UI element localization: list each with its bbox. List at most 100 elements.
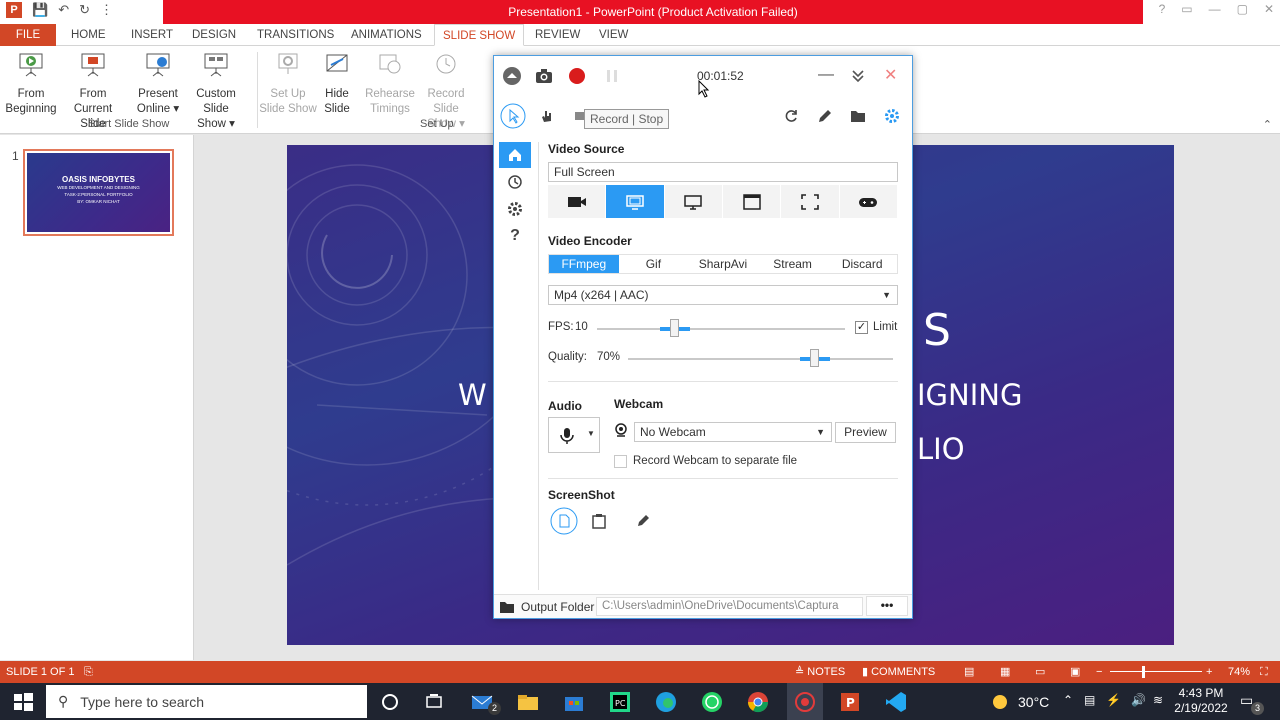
tab-file[interactable]: FILE — [0, 24, 56, 46]
tab-review[interactable]: REVIEW — [527, 24, 588, 46]
collapse-icon[interactable] — [502, 66, 522, 86]
webcam-preview-button[interactable]: Preview — [835, 422, 896, 443]
custom-slide-show-button[interactable]: Custom Slide Show ▾ — [182, 50, 250, 132]
encoder-stream[interactable]: Stream — [758, 255, 828, 273]
chevron-down-icon[interactable] — [850, 68, 866, 84]
quality-slider-thumb[interactable] — [809, 349, 819, 367]
screenshot-disk-icon[interactable] — [550, 507, 578, 535]
tab-view[interactable]: VIEW — [591, 24, 636, 46]
slideshow-view-icon[interactable]: ▣ — [1070, 661, 1080, 683]
tab-home[interactable]: HOME — [63, 24, 114, 46]
settings-gear-icon[interactable] — [884, 108, 900, 124]
separate-file-checkbox[interactable] — [614, 455, 627, 468]
rehearse-timings-button[interactable]: Rehearse Timings — [363, 50, 417, 117]
notes-button[interactable]: ≜ NOTES — [795, 661, 845, 683]
zoom-out-icon[interactable]: − — [1096, 661, 1102, 683]
encoder-gif[interactable]: Gif — [619, 255, 689, 273]
redo-icon[interactable]: ↻ — [79, 2, 90, 18]
weather-icon[interactable] — [988, 689, 1014, 715]
maximize-icon[interactable]: ▢ — [1237, 2, 1248, 16]
touch-keyboard-icon[interactable]: ▤ — [1084, 693, 1095, 707]
record-icon[interactable] — [567, 66, 587, 86]
ribbon-display-icon[interactable]: ▭ — [1181, 2, 1192, 16]
video-source-field[interactable]: Full Screen — [548, 162, 898, 182]
captura-taskbar-button[interactable] — [787, 683, 823, 720]
camera-icon[interactable] — [534, 66, 554, 86]
show-hidden-icons[interactable]: ⌃ — [1063, 693, 1073, 707]
more-options-button[interactable]: ••• — [866, 596, 908, 616]
tab-transitions[interactable]: TRANSITIONS — [249, 24, 342, 46]
help-icon[interactable]: ? — [1159, 2, 1166, 16]
from-beginning-button[interactable]: From Beginning — [5, 50, 57, 117]
powerpoint-taskbar-icon[interactable]: P — [837, 689, 863, 715]
cursor-select-icon[interactable] — [500, 103, 526, 129]
encoder-ffmpeg[interactable]: FFmpeg — [549, 255, 619, 273]
source-region-button[interactable] — [781, 185, 840, 218]
microphone-button[interactable]: ▼ — [548, 417, 600, 453]
zoom-slider[interactable] — [1110, 671, 1202, 672]
refresh-icon[interactable] — [783, 108, 799, 124]
present-online-button[interactable]: Present Online ▾ — [136, 50, 180, 117]
tab-slide-show[interactable]: SLIDE SHOW — [434, 24, 525, 46]
output-path-field[interactable]: C:\Users\admin\OneDrive\Documents\Captur… — [596, 597, 863, 616]
set-up-slide-show-button[interactable]: Set Up Slide Show — [259, 50, 317, 117]
task-view-icon[interactable] — [421, 689, 447, 715]
limit-checkbox[interactable]: ✓ — [855, 321, 868, 334]
spelling-icon[interactable]: ⎘ — [84, 661, 93, 683]
nav-home[interactable] — [499, 142, 531, 168]
tab-design[interactable]: DESIGN — [184, 24, 244, 46]
pycharm-icon[interactable]: PC — [607, 689, 633, 715]
minimize-icon[interactable]: — — [1209, 2, 1221, 16]
folder-icon[interactable] — [850, 108, 866, 124]
edge-icon[interactable] — [653, 689, 679, 715]
pencil-icon[interactable] — [817, 108, 833, 124]
tab-insert[interactable]: INSERT — [123, 24, 181, 46]
fps-slider-track[interactable] — [597, 328, 845, 330]
store-icon[interactable] — [561, 689, 587, 715]
source-game-button[interactable] — [839, 185, 898, 218]
windows-start-icon[interactable] — [10, 689, 36, 715]
nav-history[interactable] — [499, 169, 531, 195]
network-icon[interactable]: ⚡ — [1106, 693, 1121, 707]
save-icon[interactable]: 💾 — [32, 2, 48, 18]
taskbar-clock[interactable]: 4:43 PM 2/19/2022 — [1172, 686, 1230, 716]
volume-icon[interactable]: 🔊 — [1131, 693, 1146, 707]
taskbar-search[interactable]: ⚲ Type here to search — [46, 685, 367, 718]
tab-animations[interactable]: ANIMATIONS — [343, 24, 430, 46]
customize-toolbar-icon[interactable]: ⋮ — [100, 2, 113, 18]
webcam-select[interactable]: No Webcam ▼ — [634, 422, 832, 442]
source-screen-button[interactable] — [606, 185, 665, 218]
encoder-sharpavi[interactable]: SharpAvi — [688, 255, 758, 273]
source-desktop-button[interactable] — [664, 185, 723, 218]
codec-select[interactable]: Mp4 (x264 | AAC) ▼ — [548, 285, 898, 305]
vscode-icon[interactable] — [883, 689, 909, 715]
reading-view-icon[interactable]: ▭ — [1035, 661, 1045, 683]
zoom-level[interactable]: 74% — [1228, 661, 1250, 683]
source-webcam-button[interactable] — [548, 185, 607, 218]
output-folder-icon[interactable] — [499, 600, 515, 614]
slide-sorter-icon[interactable]: ▦ — [1000, 661, 1010, 683]
fit-slide-icon[interactable]: ⛶ — [1260, 661, 1268, 683]
close-icon[interactable]: ✕ — [884, 65, 897, 85]
nav-about[interactable]: ? — [499, 223, 531, 249]
hand-pointer-icon[interactable] — [539, 108, 555, 124]
whatsapp-icon[interactable] — [699, 689, 725, 715]
encoder-discard[interactable]: Discard — [827, 255, 897, 273]
weather-temp[interactable]: 30°C — [1018, 694, 1049, 710]
close-icon[interactable]: ✕ — [1264, 2, 1274, 16]
cortana-icon[interactable] — [377, 689, 403, 715]
file-explorer-icon[interactable] — [515, 689, 541, 715]
zoom-in-icon[interactable]: + — [1206, 661, 1212, 683]
quality-slider-track[interactable] — [628, 358, 893, 360]
hide-slide-button[interactable]: Hide Slide — [320, 50, 354, 117]
clipboard-icon[interactable] — [592, 513, 606, 529]
normal-view-icon[interactable]: ▤ — [964, 661, 974, 683]
nav-settings[interactable] — [499, 196, 531, 222]
edit-pencil-icon[interactable] — [637, 513, 651, 527]
source-window-button[interactable] — [722, 185, 782, 218]
undo-icon[interactable]: ↶ — [58, 2, 69, 18]
pause-icon[interactable] — [602, 66, 622, 86]
zoom-slider-thumb[interactable] — [1142, 666, 1145, 678]
slide-thumbnail[interactable]: OASIS INFOBYTES WEB DEVELOPMENT AND DESI… — [23, 149, 174, 236]
collapse-ribbon-icon[interactable]: ⌃ — [1263, 118, 1272, 131]
